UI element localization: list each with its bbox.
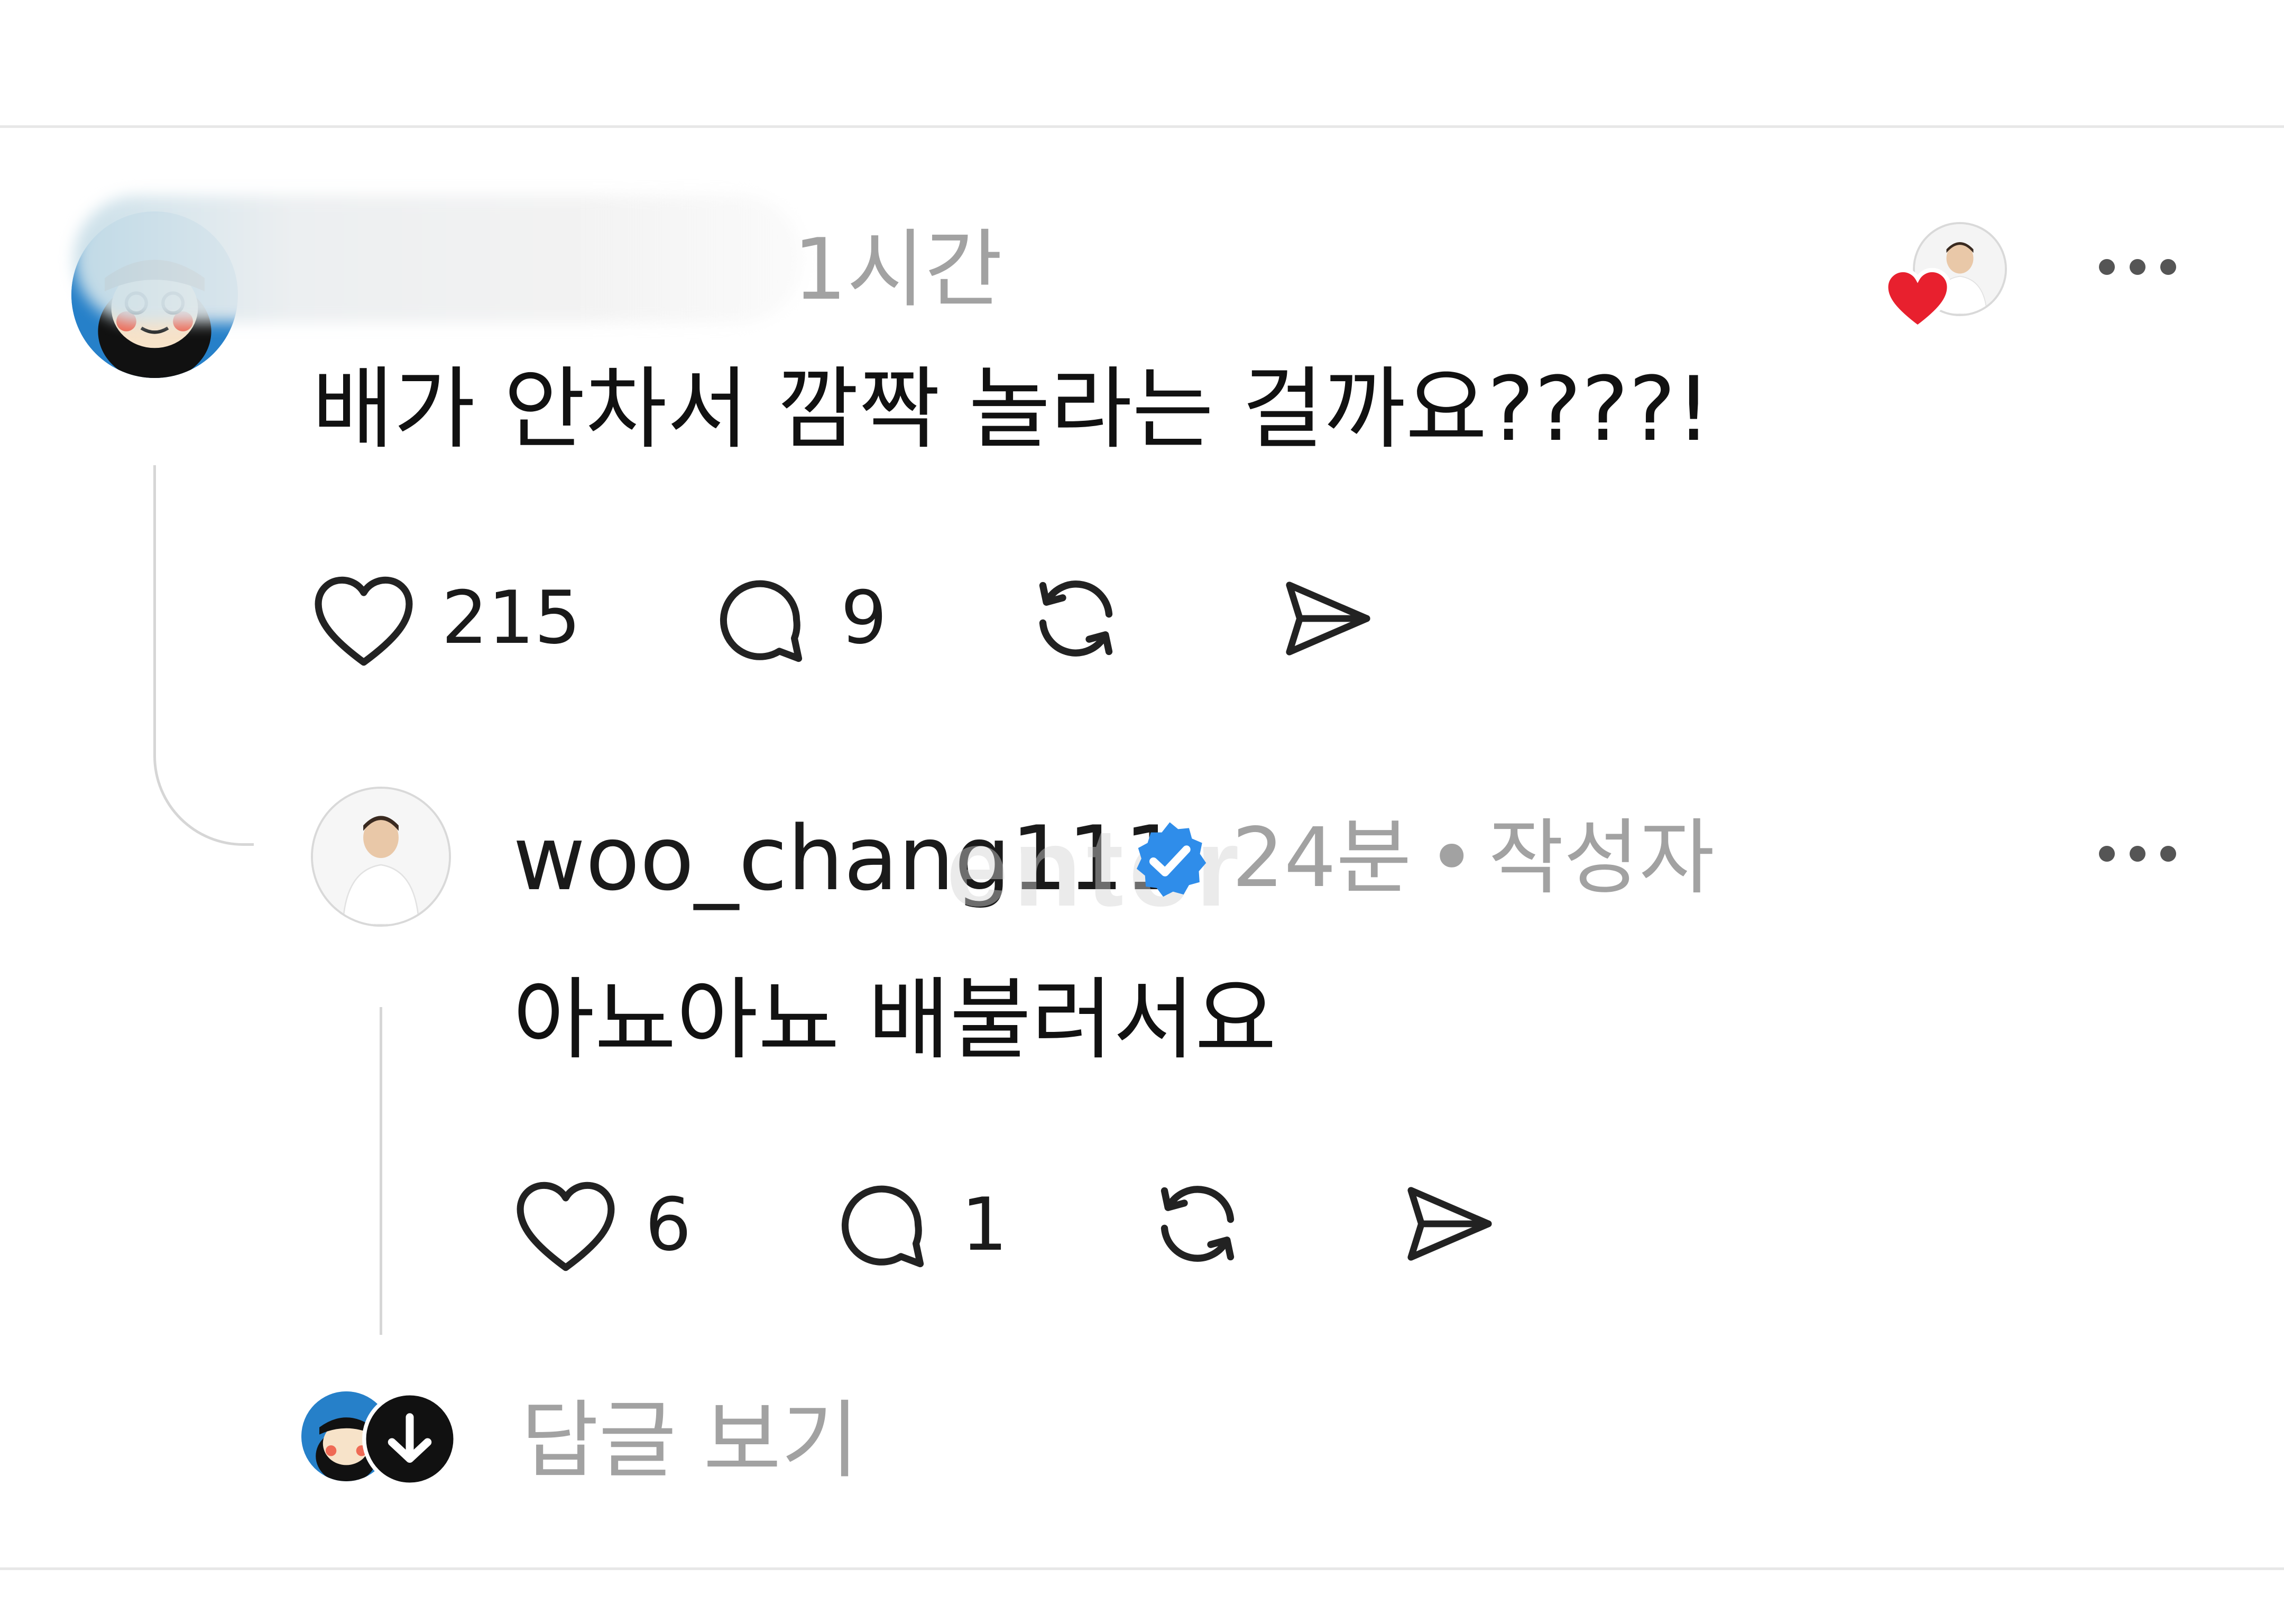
comment-reply-count: 9 [841,575,887,660]
thread-connector-line [153,465,254,846]
reply-text: 아뇨아뇨 배불러서요 [513,968,1277,1072]
share-send-icon[interactable] [1274,568,1380,669]
reply-time: 24분 [1232,810,1412,906]
reply-like-heart-icon[interactable] [513,1179,619,1274]
top-divider [0,125,2284,128]
repost-icon[interactable] [1023,566,1129,671]
author-label: 작성자 [1488,810,1715,906]
reply-thread-line [380,1007,382,1335]
blurred-username [74,196,804,322]
comment-like-count: 215 [441,575,581,660]
reply-repost-icon[interactable] [1145,1171,1250,1277]
view-replies-button[interactable]: 답글 보기 [521,1398,859,1483]
arrow-down-icon[interactable] [362,1391,457,1487]
reply-like-count: 6 [645,1182,692,1267]
like-heart-icon[interactable] [311,574,417,669]
comment-text: 배가 안차서 깜짝 놀라는 걸까요????! [312,357,1711,461]
reply-bubble-icon[interactable] [708,568,812,671]
heart-icon [1883,267,1952,330]
verified-badge-icon [1126,817,1213,904]
author-avatar[interactable] [311,787,451,927]
reply-reply-bubble-icon[interactable] [830,1174,933,1277]
reply-reply-count: 1 [961,1182,1008,1267]
bottom-divider [0,1567,2284,1570]
comment-more-options-icon[interactable] [2099,259,2176,275]
reply-share-send-icon[interactable] [1396,1174,1502,1274]
comment-time: 1시간 [793,220,1003,319]
meta-separator: • [1428,810,1476,906]
reply-more-options-icon[interactable] [2099,846,2176,862]
